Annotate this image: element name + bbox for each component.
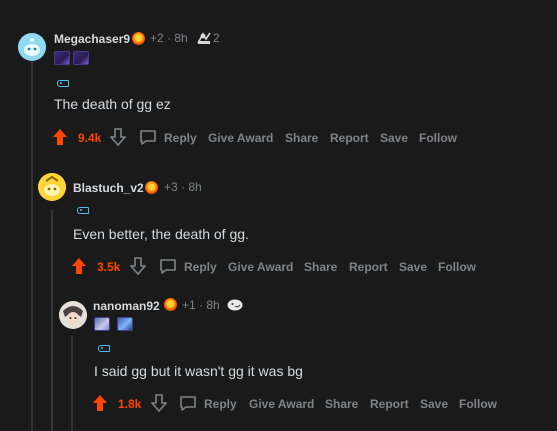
thread-line-level-1[interactable]	[31, 62, 33, 431]
emoji-icon	[227, 299, 243, 311]
username[interactable]: Megachaser9	[54, 32, 130, 46]
tag-icon	[57, 80, 69, 87]
profile-photo-icon	[59, 301, 87, 329]
report-button[interactable]: Report	[349, 260, 388, 274]
comment-body: Even better, the death of gg.	[73, 226, 249, 242]
avatar[interactable]	[38, 173, 66, 201]
downvote-icon[interactable]	[151, 394, 167, 412]
award-count: 2	[213, 31, 220, 45]
tag-icon	[77, 207, 89, 214]
award-icon[interactable]	[132, 32, 145, 45]
awards-icon[interactable]	[196, 31, 212, 45]
vote-score: 1.8k	[118, 397, 142, 411]
share-button[interactable]: Share	[285, 131, 318, 145]
thread-line-level-2[interactable]	[51, 210, 53, 431]
follow-button[interactable]: Follow	[459, 397, 497, 411]
give-award-button[interactable]: Give Award	[228, 260, 293, 274]
downvote-icon[interactable]	[130, 257, 146, 275]
give-award-button[interactable]: Give Award	[249, 397, 314, 411]
reply-button[interactable]: Reply	[164, 131, 197, 145]
award-icon[interactable]	[145, 181, 158, 194]
reply-icon[interactable]	[139, 129, 157, 145]
follow-button[interactable]: Follow	[419, 131, 457, 145]
upvote-icon[interactable]	[71, 257, 87, 275]
comment-meta: +1 · 8h	[182, 298, 220, 312]
avatar[interactable]	[59, 301, 87, 329]
flair-emoji-1	[54, 51, 70, 65]
tag-icon	[98, 345, 110, 352]
report-button[interactable]: Report	[330, 131, 369, 145]
snoo-avatar-icon	[38, 173, 66, 201]
flair-emoji-2	[117, 317, 133, 331]
vote-score: 3.5k	[97, 260, 121, 274]
save-button[interactable]: Save	[420, 397, 448, 411]
thread-line-level-3[interactable]	[71, 336, 73, 431]
save-button[interactable]: Save	[399, 260, 427, 274]
follow-button[interactable]: Follow	[438, 260, 476, 274]
downvote-icon[interactable]	[110, 128, 126, 146]
username[interactable]: nanoman92	[93, 299, 160, 313]
share-button[interactable]: Share	[325, 397, 358, 411]
vote-score: 9.4k	[78, 131, 102, 145]
upvote-icon[interactable]	[92, 394, 108, 412]
give-award-button[interactable]: Give Award	[208, 131, 273, 145]
snoo-avatar-icon	[18, 33, 46, 61]
comment-meta: +2 · 8h	[150, 31, 188, 45]
reply-button[interactable]: Reply	[184, 260, 217, 274]
comment-body: I said gg but it wasn't gg it was bg	[94, 363, 303, 379]
upvote-icon[interactable]	[52, 128, 68, 146]
username[interactable]: Blastuch_v2	[73, 181, 144, 195]
reply-icon[interactable]	[179, 395, 197, 411]
flair-emoji-2	[73, 51, 89, 65]
save-button[interactable]: Save	[380, 131, 408, 145]
share-button[interactable]: Share	[304, 260, 337, 274]
award-icon[interactable]	[164, 298, 177, 311]
comment-body: The death of gg ez	[54, 96, 171, 112]
avatar[interactable]	[18, 33, 46, 61]
comment-meta: +3 · 8h	[164, 180, 202, 194]
flair-emoji-1	[94, 317, 110, 331]
reply-icon[interactable]	[159, 258, 177, 274]
reply-button[interactable]: Reply	[204, 397, 237, 411]
report-button[interactable]: Report	[370, 397, 409, 411]
